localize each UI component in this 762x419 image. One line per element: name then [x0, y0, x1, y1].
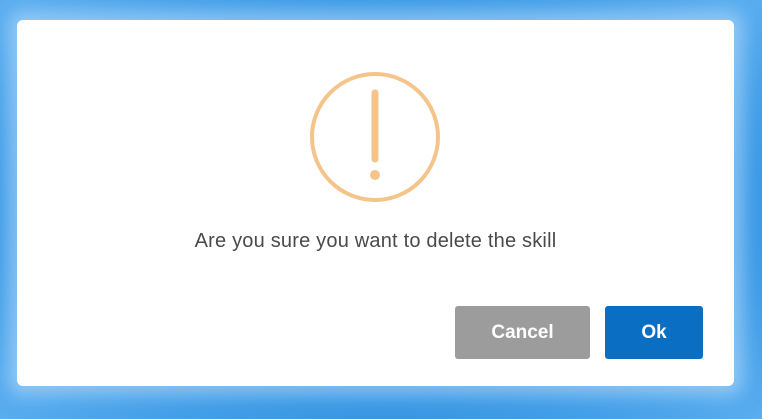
cancel-button[interactable]: Cancel — [455, 306, 590, 359]
ok-button[interactable]: Ok — [605, 306, 703, 359]
confirm-delete-dialog: Are you sure you want to delete the skil… — [17, 20, 734, 386]
warning-exclamation-icon — [310, 72, 440, 202]
dialog-message: Are you sure you want to delete the skil… — [194, 230, 557, 252]
